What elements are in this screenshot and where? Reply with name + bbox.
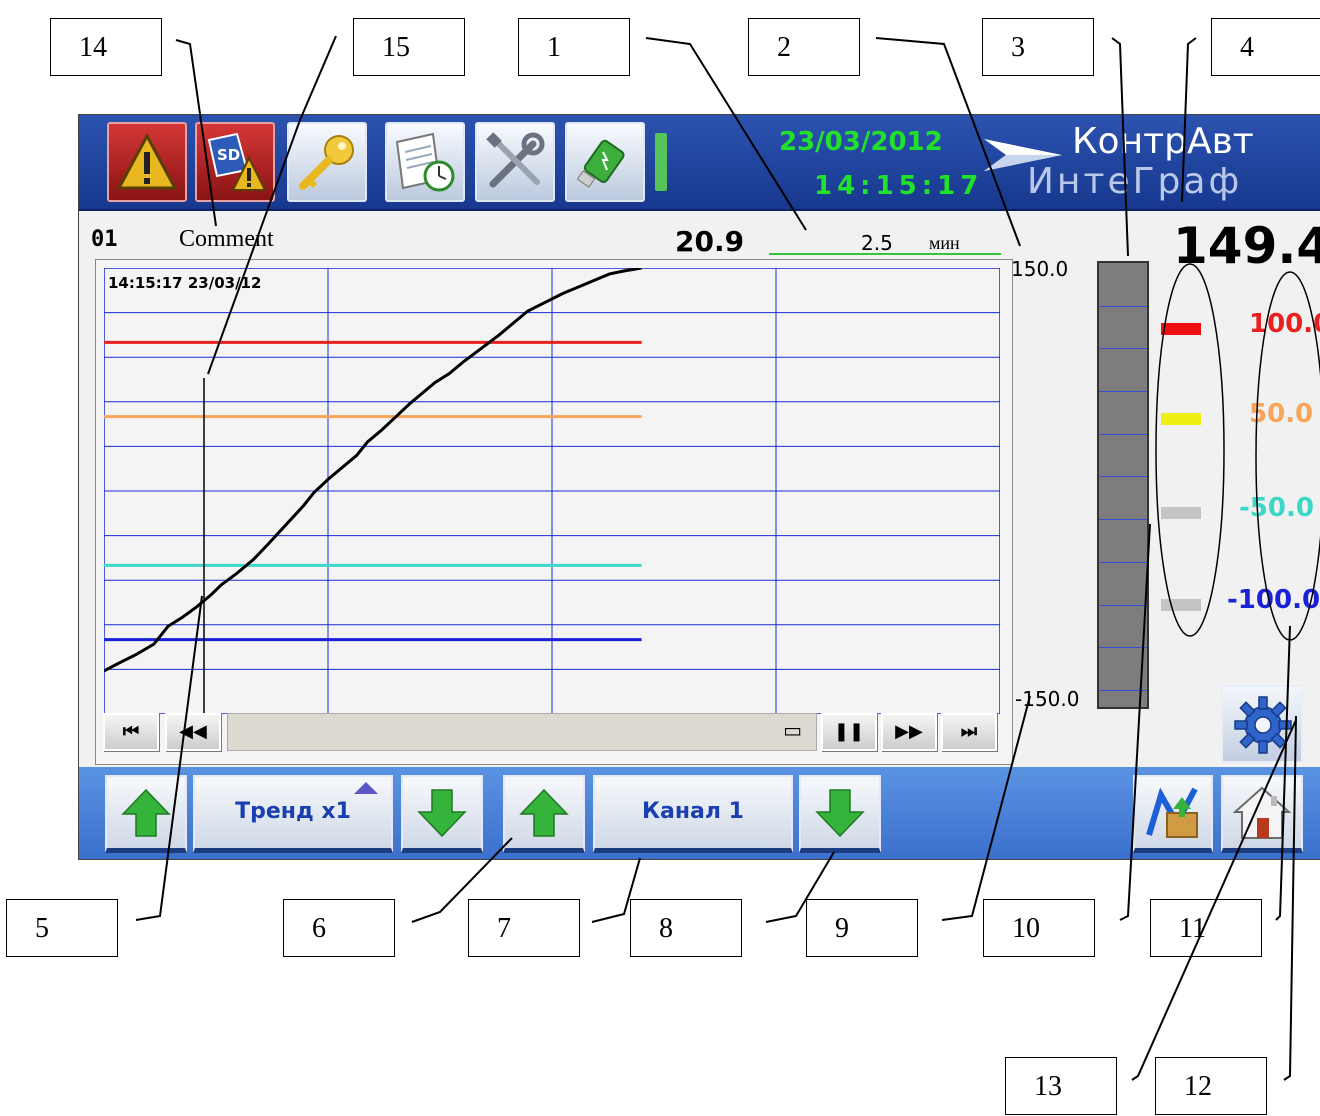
arrow-up-icon: [519, 788, 569, 837]
date-display: 23/03/2012: [779, 127, 943, 157]
channel-select-button[interactable]: Канал 1: [593, 775, 793, 853]
bargraph-tick: [1099, 519, 1147, 521]
limit-value-2: -50.0: [1239, 493, 1314, 523]
callout-7: 7: [468, 899, 580, 957]
hmi-screen: SD 23/03/2012 14:15:17 КонтрАвт ИнтеГраф…: [78, 114, 1320, 860]
trend-prev-button[interactable]: [105, 775, 187, 853]
logo-subtitle: ИнтеГраф: [1027, 161, 1243, 202]
limit-mark-0: [1161, 323, 1201, 335]
callout-4: 4: [1211, 18, 1320, 76]
trend-next-button[interactable]: [401, 775, 483, 853]
channel-settings-button[interactable]: [1221, 685, 1303, 763]
warning-icon: [116, 132, 178, 190]
limit-mark-3: [1161, 599, 1201, 611]
bargraph-tick: [1099, 391, 1147, 393]
time-scale-unit: мин: [929, 233, 960, 253]
sd-card-warning-icon: SD: [207, 132, 267, 191]
home-button[interactable]: [1221, 775, 1303, 853]
scale-min-label: -150.0: [1015, 687, 1080, 711]
settings-tools-button[interactable]: [475, 122, 555, 202]
usb-drive-icon: [576, 139, 625, 188]
notepad-clock-icon: [395, 132, 455, 192]
callout-11: 11: [1150, 899, 1262, 957]
trend-mode-button[interactable]: Тренд х1: [193, 775, 393, 853]
channel-comment: Comment: [179, 226, 274, 252]
limit-value-0: 100.0: [1249, 309, 1320, 339]
bargraph-tick: [1099, 561, 1147, 563]
logo-name: КонтрАвт: [1072, 121, 1254, 162]
arrow-up-icon: [121, 788, 171, 837]
trend-mode-label: Тренд х1: [235, 799, 351, 824]
caret-up-icon: [354, 782, 378, 794]
callout-15: 15: [353, 18, 465, 76]
callout-14: 14: [50, 18, 162, 76]
bargraph-tick: [1099, 604, 1147, 606]
bargraph-tick: [1099, 647, 1147, 649]
callout-13: 13: [1005, 1057, 1117, 1115]
arrow-down-icon: [815, 788, 865, 837]
alarm-button[interactable]: [107, 122, 187, 202]
callout-2: 2: [748, 18, 860, 76]
forward-button[interactable]: ▶▶: [881, 713, 937, 751]
limit-mark-1: [1161, 413, 1201, 425]
cursor-value: 20.9: [675, 225, 745, 258]
limit-mark-2: [1161, 507, 1201, 519]
bargraph-tick: [1099, 305, 1147, 307]
channel-prev-button[interactable]: [503, 775, 585, 853]
pause-button[interactable]: ❚❚: [821, 713, 877, 751]
scale-max-label: 150.0: [1011, 257, 1069, 281]
frame-icon[interactable]: ▭: [783, 718, 802, 742]
bargraph-tick: [1099, 689, 1147, 691]
callout-3: 3: [982, 18, 1094, 76]
callout-8: 8: [630, 899, 742, 957]
status-indicator: [655, 133, 667, 191]
history-scrollbar[interactable]: ▭: [227, 713, 817, 751]
usb-button[interactable]: [565, 122, 645, 202]
bargraph-tick: [1099, 433, 1147, 435]
limit-value-1: 50.0: [1249, 399, 1314, 429]
trend-plot: [104, 268, 1000, 714]
trend-export-icon: [1146, 786, 1198, 838]
sd-card-alarm-button[interactable]: SD: [195, 122, 275, 202]
event-log-button[interactable]: [385, 122, 465, 202]
callout-10: 10: [983, 899, 1095, 957]
time-scale-value: 2.5: [861, 231, 893, 255]
bottom-bar: Тренд х1 Канал 1: [79, 767, 1320, 859]
trend-chart[interactable]: 14:15:17 23/03/12: [95, 259, 1013, 765]
first-button[interactable]: ⏮: [103, 713, 159, 751]
time-scale[interactable]: 2.5 мин: [769, 231, 1001, 255]
chart-timestamp: 14:15:17 23/03/12: [108, 274, 262, 292]
channel-number: 01: [91, 227, 118, 252]
callout-5: 5: [6, 899, 118, 957]
bargraph-tick: [1099, 476, 1147, 478]
callout-12: 12: [1155, 1057, 1267, 1115]
measured-value: 149.4: [1173, 217, 1320, 275]
rewind-button[interactable]: ◀◀: [165, 713, 221, 751]
callout-1: 1: [518, 18, 630, 76]
svg-text:SD: SD: [217, 146, 240, 164]
tools-icon: [486, 132, 545, 188]
callout-6: 6: [283, 899, 395, 957]
callout-9: 9: [806, 899, 918, 957]
gear-icon: [1234, 696, 1292, 754]
last-button[interactable]: ⏭: [941, 713, 997, 751]
channel-select-label: Канал 1: [642, 799, 744, 824]
home-icon: [1233, 786, 1291, 839]
bargraph-tick: [1099, 348, 1147, 350]
access-key-button[interactable]: [287, 122, 367, 202]
trend-export-button[interactable]: [1133, 775, 1213, 853]
time-display: 14:15:17: [814, 171, 984, 201]
top-bar: SD 23/03/2012 14:15:17 КонтрАвт ИнтеГраф: [79, 115, 1320, 211]
bargraph: [1097, 261, 1149, 709]
limit-value-3: -100.0: [1227, 585, 1320, 615]
key-icon: [299, 135, 354, 190]
channel-next-button[interactable]: [799, 775, 881, 853]
arrow-down-icon: [417, 788, 467, 837]
